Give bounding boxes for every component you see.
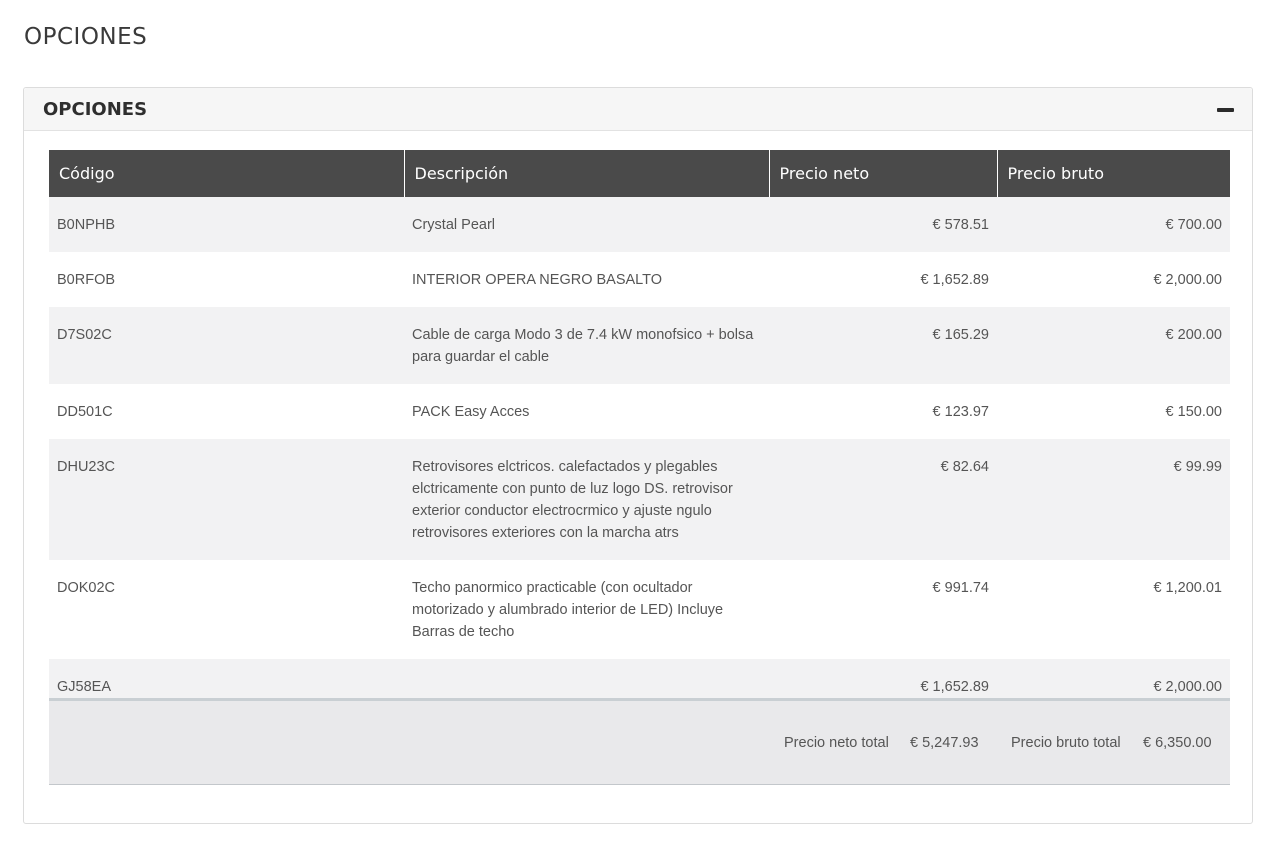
cell-gross-price: € 150.00 bbox=[997, 384, 1230, 439]
cell-net-price: € 82.64 bbox=[769, 439, 997, 560]
table-row: DOK02C Techo panormico practicable (con … bbox=[49, 560, 1230, 659]
cell-net-price: € 123.97 bbox=[769, 384, 997, 439]
page-title: OPCIONES bbox=[24, 24, 148, 50]
cell-description: Cable de carga Modo 3 de 7.4 kW monofsic… bbox=[404, 307, 769, 384]
cell-code: DD501C bbox=[49, 384, 404, 439]
net-total-value: € 5,247.93 bbox=[910, 735, 979, 751]
gross-total-label: Precio bruto total bbox=[1011, 735, 1121, 751]
table-row: B0NPHB Crystal Pearl € 578.51 € 700.00 bbox=[49, 197, 1230, 252]
cell-net-price: € 578.51 bbox=[769, 197, 997, 252]
panel-title: OPCIONES bbox=[43, 99, 148, 120]
column-header-description[interactable]: Descripción bbox=[404, 150, 770, 197]
panel-header[interactable]: OPCIONES bbox=[24, 88, 1252, 131]
column-header-code[interactable]: Código bbox=[49, 150, 405, 197]
minus-icon bbox=[1217, 108, 1234, 112]
cell-description: INTERIOR OPERA NEGRO BASALTO bbox=[404, 252, 769, 307]
collapse-button[interactable] bbox=[1216, 101, 1236, 117]
cell-description: Techo panormico practicable (con ocultad… bbox=[404, 560, 769, 659]
table-row: D7S02C Cable de carga Modo 3 de 7.4 kW m… bbox=[49, 307, 1230, 384]
cell-code: D7S02C bbox=[49, 307, 404, 384]
cell-net-price: € 1,652.89 bbox=[769, 252, 997, 307]
table-row: DHU23C Retrovisores elctricos. calefacta… bbox=[49, 439, 1230, 560]
column-header-net-price[interactable]: Precio neto bbox=[769, 150, 998, 197]
cell-gross-price: € 200.00 bbox=[997, 307, 1230, 384]
cell-code: B0NPHB bbox=[49, 197, 404, 252]
column-header-gross-price[interactable]: Precio bruto bbox=[997, 150, 1230, 197]
table-row: DD501C PACK Easy Acces € 123.97 € 150.00 bbox=[49, 384, 1230, 439]
options-table: Código Descripción Precio neto Precio br… bbox=[49, 150, 1230, 714]
cell-code: DOK02C bbox=[49, 560, 404, 659]
cell-description: Retrovisores elctricos. calefactados y p… bbox=[404, 439, 769, 560]
table-row: B0RFOB INTERIOR OPERA NEGRO BASALTO € 1,… bbox=[49, 252, 1230, 307]
cell-net-price: € 165.29 bbox=[769, 307, 997, 384]
cell-net-price: € 991.74 bbox=[769, 560, 997, 659]
cell-code: B0RFOB bbox=[49, 252, 404, 307]
cell-code: DHU23C bbox=[49, 439, 404, 560]
cell-gross-price: € 700.00 bbox=[997, 197, 1230, 252]
table-header-row: Código Descripción Precio neto Precio br… bbox=[49, 150, 1230, 197]
cell-gross-price: € 99.99 bbox=[997, 439, 1230, 560]
cell-gross-price: € 1,200.01 bbox=[997, 560, 1230, 659]
gross-total-value: € 6,350.00 bbox=[1143, 735, 1212, 751]
options-panel: OPCIONES Código Descripción Precio neto … bbox=[23, 87, 1253, 824]
cell-description: Crystal Pearl bbox=[404, 197, 769, 252]
totals-footer: Precio neto total € 5,247.93 Precio brut… bbox=[49, 698, 1230, 785]
cell-gross-price: € 2,000.00 bbox=[997, 252, 1230, 307]
net-total-label: Precio neto total bbox=[784, 735, 889, 751]
cell-description: PACK Easy Acces bbox=[404, 384, 769, 439]
